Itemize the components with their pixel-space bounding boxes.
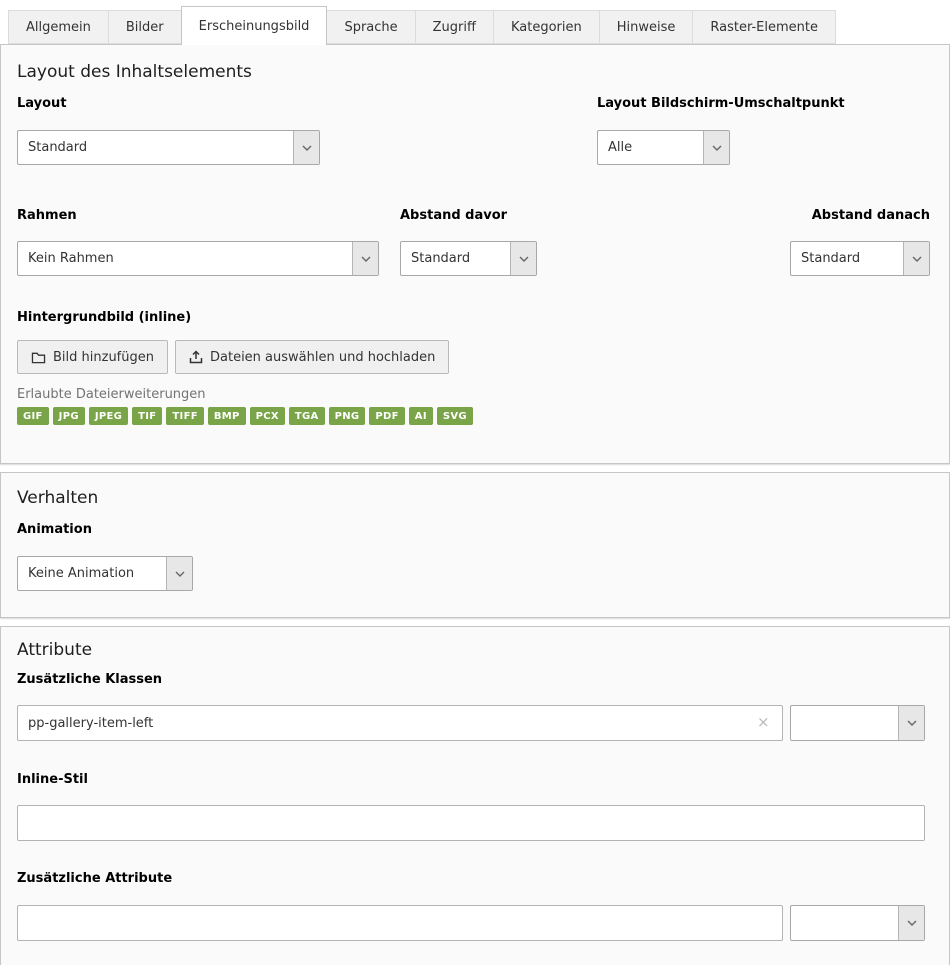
extra-attributes-select[interactable] [790,905,925,941]
row-layout: Layout Standard Layout Bildschirm-Umscha… [17,96,933,196]
background-image-buttons: Bild hinzufügen Dateien auswählen und ho… [17,340,933,374]
extension-badge: JPEG [89,407,128,425]
extension-badge: TIF [132,407,162,425]
extra-attributes-row [17,905,933,941]
space-after-select[interactable]: Standard [790,241,930,276]
breakpoint-label: Layout Bildschirm-Umschaltpunkt [597,96,887,112]
classes-input[interactable] [17,705,783,741]
extension-badge: TIFF [166,407,203,425]
frame-label: Rahmen [17,208,379,224]
section-title-layout: Layout des Inhaltselements [17,61,933,83]
tab-bilder[interactable]: Bilder [108,10,182,44]
section-title-attributes: Attribute [17,639,933,661]
space-before-label: Abstand davor [400,208,560,224]
chevron-down-icon [903,242,929,275]
upload-files-button-label: Dateien auswählen und hochladen [210,350,435,365]
chevron-down-icon [703,131,729,164]
tab-kategorien[interactable]: Kategorien [493,10,600,44]
chevron-down-icon [166,557,192,590]
space-after-label: Abstand danach [780,208,930,224]
classes-label: Zusätzliche Klassen [17,672,933,688]
space-before-select[interactable]: Standard [400,241,537,276]
inline-style-input[interactable] [17,805,925,841]
inline-style-label: Inline-Stil [17,772,933,788]
folder-icon [31,351,46,364]
upload-files-button[interactable]: Dateien auswählen und hochladen [175,340,449,374]
chevron-down-icon [898,706,924,740]
inline-style-row [17,805,933,841]
frame-field: Rahmen Kein Rahmen [17,208,379,276]
tab-bar: Allgemein Bilder Erscheinungsbild Sprach… [0,10,950,44]
upload-icon [189,350,203,364]
space-before-select-value: Standard [401,242,510,275]
classes-select-value [791,706,898,740]
extension-badge: PDF [369,407,404,425]
add-image-button[interactable]: Bild hinzufügen [17,340,168,374]
clear-icon[interactable]: × [757,715,770,730]
tab-hinweise[interactable]: Hinweise [599,10,694,44]
background-image-label: Hintergrundbild (inline) [17,310,933,326]
allowed-extensions-badges: GIF JPG JPEG TIF TIFF BMP PCX TGA PNG PD… [17,407,933,425]
chevron-down-icon [510,242,536,275]
frame-select[interactable]: Kein Rahmen [17,241,379,276]
tab-zugriff[interactable]: Zugriff [415,10,494,44]
extra-attributes-select-value [791,906,898,940]
layout-field: Layout Standard [17,96,320,165]
extension-badge: GIF [17,407,49,425]
extra-attributes-label: Zusätzliche Attribute [17,871,933,887]
tab-allgemein[interactable]: Allgemein [8,10,109,44]
extension-badge: TGA [289,407,325,425]
breakpoint-select[interactable]: Alle [597,130,730,165]
space-before-field: Abstand davor Standard [400,208,560,276]
panel-layout: Layout des Inhaltselements Layout Standa… [0,44,950,464]
classes-row: × [17,705,933,741]
layout-label: Layout [17,96,320,112]
animation-label: Animation [17,522,933,538]
add-image-button-label: Bild hinzufügen [53,350,154,365]
space-after-select-value: Standard [791,242,903,275]
chevron-down-icon [293,131,319,164]
tab-sprache[interactable]: Sprache [326,10,415,44]
extension-badge: PNG [329,407,366,425]
tab-raster-elemente[interactable]: Raster-Elemente [692,10,836,44]
extension-badge: SVG [437,407,473,425]
section-title-behaviour: Verhalten [17,487,933,509]
extra-attributes-input[interactable] [17,905,783,941]
extension-badge: PCX [250,407,285,425]
extension-badge: JPG [53,407,85,425]
content-element-edit-form: Allgemein Bilder Erscheinungsbild Sprach… [0,0,950,965]
breakpoint-select-value: Alle [598,131,703,164]
animation-select[interactable]: Keine Animation [17,556,193,591]
extension-badge: AI [409,407,433,425]
chevron-down-icon [352,242,378,275]
frame-select-value: Kein Rahmen [18,242,352,275]
animation-select-value: Keine Animation [18,557,166,590]
tab-erscheinungsbild[interactable]: Erscheinungsbild [181,6,328,45]
row-frame-spacing: Rahmen Kein Rahmen Abstand davor Standar… [17,208,933,293]
space-after-field: Abstand danach Standard [780,208,930,276]
panel-attributes: Attribute Zusätzliche Klassen × Inline-S… [0,626,950,965]
chevron-down-icon [898,906,924,940]
breakpoint-field: Layout Bildschirm-Umschaltpunkt Alle [597,96,887,165]
layout-select-value: Standard [18,131,293,164]
panel-behaviour: Verhalten Animation Keine Animation [0,472,950,618]
extension-badge: BMP [208,407,246,425]
layout-select[interactable]: Standard [17,130,320,165]
classes-select[interactable] [790,705,925,741]
allowed-extensions-label: Erlaubte Dateierweiterungen [17,387,933,402]
